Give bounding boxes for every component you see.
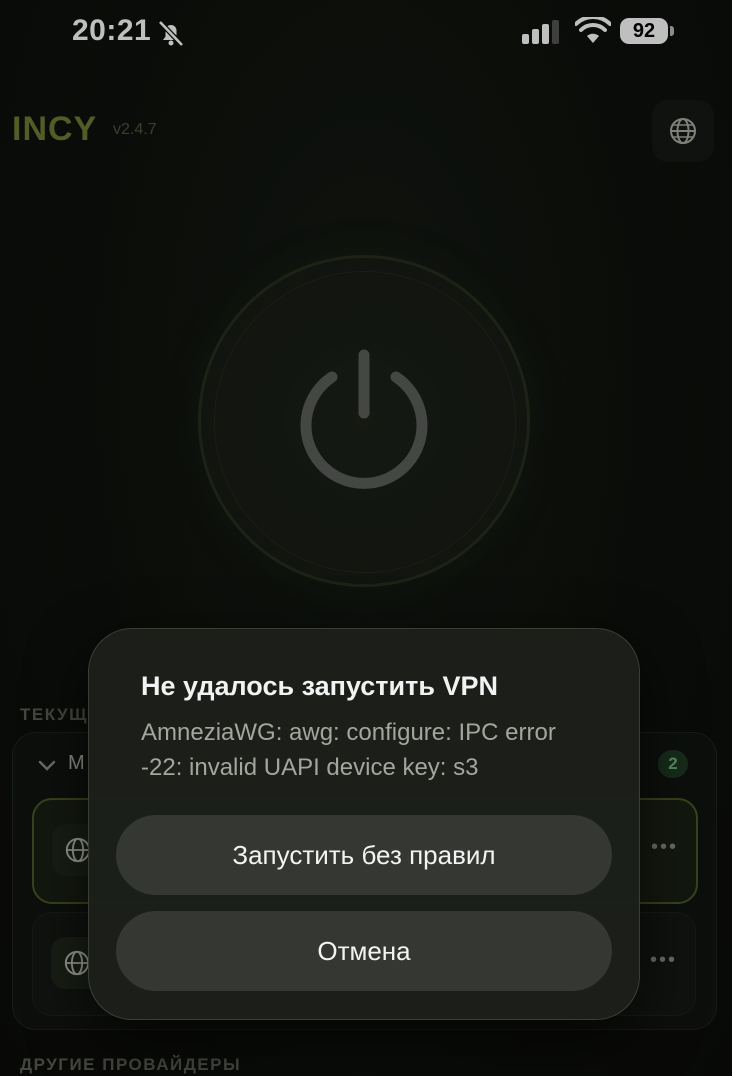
error-dialog: Не удалось запустить VPN AmneziaWG: awg:…: [88, 628, 640, 1020]
dialog-message: AmneziaWG: awg: configure: IPC error -22…: [141, 719, 556, 781]
cancel-button[interactable]: Отмена: [116, 911, 612, 991]
start-without-rules-button[interactable]: Запустить без правил: [116, 815, 612, 895]
dialog-title: Не удалось запустить VPN: [141, 671, 498, 701]
